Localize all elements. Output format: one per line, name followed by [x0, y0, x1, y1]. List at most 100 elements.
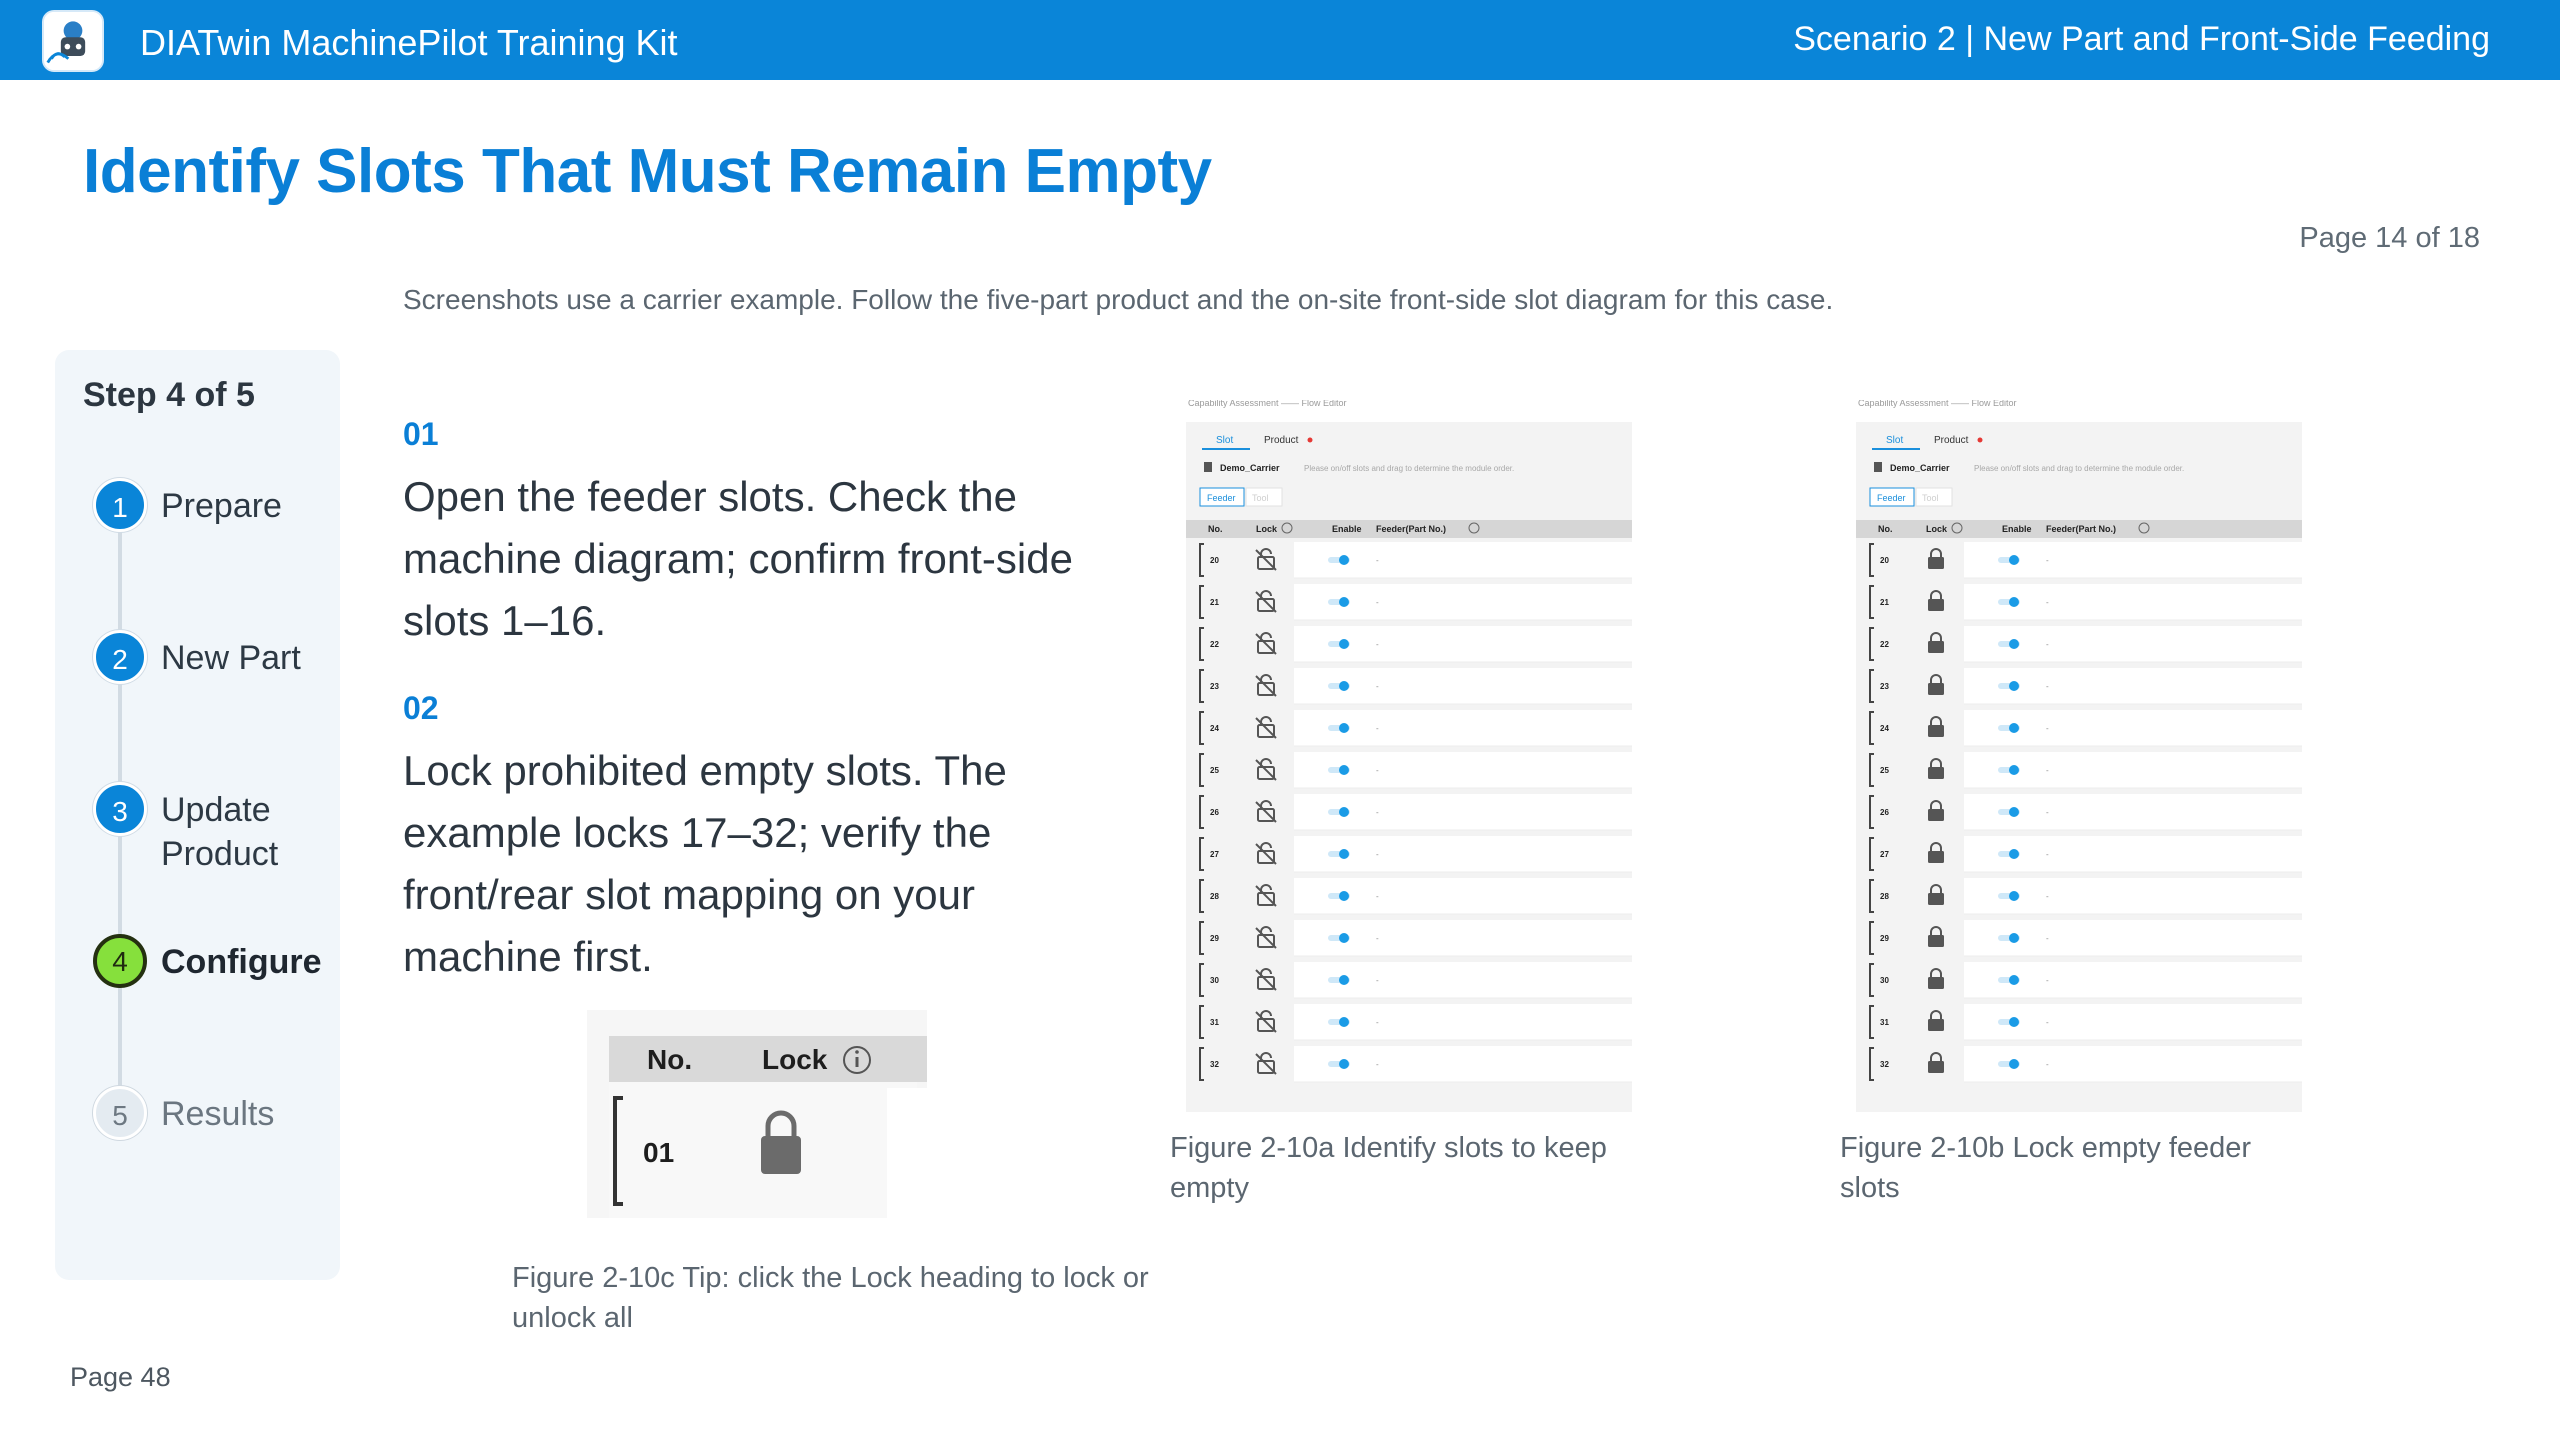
lock-body: [1928, 725, 1944, 737]
feeder-part-value: -: [2046, 556, 2049, 565]
enable-toggle-knob[interactable]: [1339, 891, 1349, 901]
lock-body: [1928, 683, 1944, 695]
slot-number: 20: [1210, 556, 1219, 565]
column-header: Enable: [1332, 524, 1362, 534]
column-header: Feeder(Part No.): [1376, 524, 1446, 534]
lock-body: [1928, 935, 1944, 947]
enable-toggle-knob[interactable]: [1339, 975, 1349, 985]
enable-toggle-knob[interactable]: [2009, 975, 2019, 985]
enable-toggle-knob[interactable]: [2009, 681, 2019, 691]
enable-toggle-knob[interactable]: [1339, 639, 1349, 649]
slot-number: 30: [1880, 976, 1889, 985]
enable-toggle-knob[interactable]: [1339, 849, 1349, 859]
lock-body: [1928, 1061, 1944, 1073]
feeder-part-value: -: [1376, 682, 1379, 691]
figure-caption: Figure 2-10c Tip: click the Lock heading…: [512, 1262, 1149, 1334]
instruction-text: Lock prohibited empty slots. The example…: [403, 747, 1007, 980]
slot-number: 24: [1880, 724, 1889, 733]
required-dot-icon: [1307, 437, 1313, 443]
feeder-part-value: -: [1376, 808, 1379, 817]
top-header-bar: DIATwin MachinePilot Training Kit Scenar…: [0, 0, 2560, 80]
slot-number: 29: [1880, 934, 1889, 943]
lock-heading-screenshot: No. Lock 01: [587, 1010, 927, 1218]
breadcrumb-text: Capability Assessment —— Flow Editor: [1858, 400, 2017, 408]
column-header: Enable: [2002, 524, 2032, 534]
tab-slot: Slot: [1216, 435, 1233, 446]
slot-table-screenshot-locked: Capability Assessment —— Flow Editor Slot…: [1856, 400, 2302, 1112]
tab-product: Product: [1264, 435, 1299, 446]
feeder-button-label: Feeder: [1207, 493, 1236, 503]
enable-toggle-knob[interactable]: [1339, 807, 1349, 817]
enable-toggle-knob[interactable]: [2009, 891, 2019, 901]
step-label: Update Product: [161, 791, 279, 873]
enable-toggle-knob[interactable]: [2009, 639, 2019, 649]
lock-body: [1928, 1019, 1944, 1031]
tool-button-label: Tool: [1922, 493, 1939, 503]
footer-page-number: Page 48: [70, 1362, 171, 1392]
slot-number: 28: [1210, 892, 1219, 901]
slot-number: 31: [1210, 1018, 1219, 1027]
slot-number: 32: [1210, 1060, 1219, 1069]
enable-toggle-knob[interactable]: [1339, 597, 1349, 607]
enable-toggle-knob[interactable]: [1339, 1017, 1349, 1027]
feeder-part-value: -: [1376, 934, 1379, 943]
carrier-name: Demo_Carrier: [1220, 463, 1280, 473]
feeder-part-value: -: [1376, 1060, 1379, 1069]
required-dot-icon: [1977, 437, 1983, 443]
slot-table-screenshot-unlocked: Capability Assessment —— Flow Editor Slot…: [1186, 400, 1632, 1112]
instruction-number: 02: [403, 690, 439, 726]
breadcrumb-text: Capability Assessment —— Flow Editor: [1188, 400, 1347, 408]
feeder-part-value: -: [1376, 598, 1379, 607]
feeder-part-value: -: [1376, 976, 1379, 985]
step-label: New Part: [161, 639, 301, 677]
tool-button-label: Tool: [1252, 493, 1269, 503]
step-label: Configure: [161, 943, 322, 981]
enable-toggle-knob[interactable]: [2009, 807, 2019, 817]
step-number-badge: 2: [93, 630, 147, 684]
lock-body: [1928, 851, 1944, 863]
enable-toggle-knob[interactable]: [1339, 765, 1349, 775]
feeder-part-value: -: [2046, 598, 2049, 607]
enable-toggle-knob[interactable]: [1339, 1059, 1349, 1069]
feeder-part-value: -: [2046, 976, 2049, 985]
slot-number: 25: [1880, 766, 1889, 775]
enable-toggle-knob[interactable]: [2009, 1059, 2019, 1069]
enable-toggle-knob[interactable]: [2009, 933, 2019, 943]
slot-number: 21: [1880, 598, 1889, 607]
slot-number: 30: [1210, 976, 1219, 985]
col-lock-label[interactable]: Lock: [762, 1044, 828, 1075]
slot-number: 31: [1880, 1018, 1889, 1027]
enable-toggle-knob[interactable]: [2009, 555, 2019, 565]
enable-toggle-knob[interactable]: [2009, 723, 2019, 733]
enable-toggle-knob[interactable]: [2009, 1017, 2019, 1027]
slot-number: 32: [1880, 1060, 1889, 1069]
enable-toggle-knob[interactable]: [1339, 933, 1349, 943]
enable-toggle-knob[interactable]: [1339, 681, 1349, 691]
enable-toggle-knob[interactable]: [1339, 555, 1349, 565]
step-number-badge: 4: [93, 934, 147, 988]
column-header: Feeder(Part No.): [2046, 524, 2116, 534]
enable-toggle-knob[interactable]: [2009, 597, 2019, 607]
feeder-part-value: -: [2046, 850, 2049, 859]
enable-toggle-knob[interactable]: [2009, 765, 2019, 775]
lock-body: [1928, 767, 1944, 779]
instruction-number: 01: [403, 416, 439, 452]
col-no-label: No.: [647, 1044, 692, 1075]
slot-number: 27: [1210, 850, 1219, 859]
enable-toggle-knob[interactable]: [2009, 849, 2019, 859]
enable-toggle-knob[interactable]: [1339, 723, 1349, 733]
feeder-part-value: -: [2046, 934, 2049, 943]
feeder-part-value: -: [2046, 640, 2049, 649]
carrier-name: Demo_Carrier: [1890, 463, 1950, 473]
feeder-button-label: Feeder: [1877, 493, 1906, 503]
feeder-part-value: -: [2046, 808, 2049, 817]
feeder-part-value: -: [2046, 766, 2049, 775]
slot-number: 26: [1210, 808, 1219, 817]
feeder-part-value: -: [2046, 682, 2049, 691]
feeder-part-value: -: [1376, 1018, 1379, 1027]
tab-underline: [1202, 448, 1250, 450]
feeder-part-value: -: [1376, 850, 1379, 859]
lock-body: [1928, 599, 1944, 611]
row-number: 01: [643, 1137, 674, 1168]
column-header: Lock: [1256, 524, 1278, 534]
